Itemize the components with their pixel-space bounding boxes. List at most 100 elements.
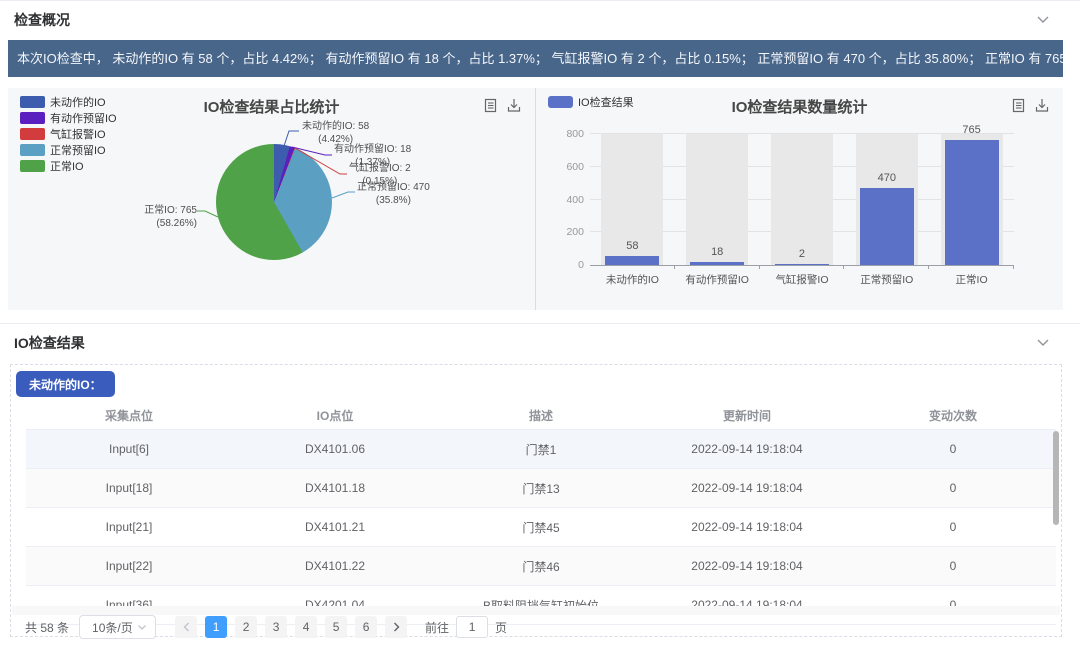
- y-axis-tick-label: 200: [550, 226, 584, 238]
- chevron-left-icon: [183, 622, 190, 632]
- next-page-button[interactable]: [385, 616, 407, 638]
- table-cell: 2022-09-14 19:18:04: [644, 508, 850, 547]
- legend-item[interactable]: 正常预留IO: [20, 144, 117, 156]
- page-size-value: 10条/页: [92, 619, 133, 636]
- bar: [945, 140, 999, 265]
- page-button-1[interactable]: 1: [205, 616, 227, 638]
- data-view-icon[interactable]: [484, 98, 497, 113]
- chevron-down-icon[interactable]: [1036, 15, 1050, 24]
- filter-category-button[interactable]: 未动作的IO：: [16, 371, 115, 397]
- pie-slice-label: 正常预留IO: 470 (35.8%): [357, 181, 430, 207]
- bar: [775, 264, 829, 265]
- results-panel: 未动作的IO： 采集点位IO点位描述更新时间变动次数 Input[6]DX410…: [10, 364, 1062, 637]
- table-cell: Input[6]: [26, 430, 232, 469]
- chevron-down-icon[interactable]: [1036, 338, 1050, 347]
- charts-band: 未动作的IO有动作预留IO气缸报警IO正常预留IO正常IO IO检查结果占比统计…: [8, 88, 1063, 310]
- table-cell: DX4101.18: [232, 469, 438, 508]
- pie-chart-title: IO检查结果占比统计: [8, 96, 535, 117]
- bar-plot-area: 58未动作的IO18有动作预留IO2气缸报警IO470正常预留IO765正常IO: [590, 134, 1014, 266]
- bar-slot: 58未动作的IO: [590, 134, 675, 265]
- legend-label: 正常预留IO: [50, 142, 106, 158]
- bar: [605, 256, 659, 265]
- bar: [690, 262, 744, 265]
- table-cell: 0: [850, 469, 1056, 508]
- bar-toolbox: [1012, 98, 1049, 113]
- page-button-3[interactable]: 3: [265, 616, 287, 638]
- pagination-bar: 共 58 条 10条/页 123456 前往 页: [16, 615, 1051, 639]
- page-size-select[interactable]: 10条/页: [79, 615, 156, 639]
- overview-collapse-header[interactable]: 检查概况: [0, 0, 1080, 38]
- table-row: Input[22]DX4101.22门禁462022-09-14 19:18:0…: [26, 547, 1056, 586]
- bar-background-column: [771, 134, 833, 265]
- summary-banner: 本次IO检查中， 未动作的IO 有 58 个，占比 4.42%； 有动作预留IO…: [8, 40, 1063, 77]
- goto-suffix-label: 页: [495, 619, 507, 636]
- table-cell: 门禁46: [438, 547, 644, 586]
- y-axis-tick-label: 0: [550, 259, 584, 271]
- goto-page-input[interactable]: [456, 616, 488, 638]
- bar-value-label: 470: [844, 172, 929, 184]
- bar-chart-title: IO检查结果数量统计: [536, 96, 1063, 117]
- bar-value-label: 18: [675, 246, 760, 258]
- table-cell: Input[21]: [26, 508, 232, 547]
- bar-slot: 765正常IO: [929, 134, 1014, 265]
- legend-swatch-icon: [20, 160, 45, 172]
- save-image-icon[interactable]: [1035, 98, 1049, 113]
- table-cell: DX4101.22: [232, 547, 438, 586]
- column-header: 采集点位: [26, 401, 232, 430]
- column-header: 描述: [438, 401, 644, 430]
- bar-value-label: 58: [590, 240, 675, 252]
- legend-label: 正常IO: [50, 158, 84, 174]
- table-row: Input[18]DX4101.18门禁132022-09-14 19:18:0…: [26, 469, 1056, 508]
- legend-item[interactable]: 气缸报警IO: [20, 128, 117, 140]
- table-cell: 2022-09-14 19:18:04: [644, 469, 850, 508]
- page-button-2[interactable]: 2: [235, 616, 257, 638]
- results-collapse-header[interactable]: IO检查结果: [0, 323, 1080, 361]
- page-button-4[interactable]: 4: [295, 616, 317, 638]
- legend-swatch-icon: [20, 128, 45, 140]
- x-axis-category-label: 正常IO: [929, 272, 1014, 287]
- table-cell: 2022-09-14 19:18:04: [644, 547, 850, 586]
- column-header: 变动次数: [850, 401, 1056, 430]
- table-cell: 门禁1: [438, 430, 644, 469]
- table-cell: 0: [850, 430, 1056, 469]
- bar-chart-panel: IO检查结果 IO检查结果数量统计 0200400600800 58未动作的IO…: [535, 88, 1063, 310]
- table-cell: 0: [850, 547, 1056, 586]
- table-vertical-scrollbar[interactable]: [1053, 431, 1059, 525]
- page-button-6[interactable]: 6: [355, 616, 377, 638]
- goto-label: 前往: [425, 619, 449, 636]
- bar: [860, 188, 914, 265]
- pie-toolbox: [484, 98, 521, 113]
- bar-slot: 470正常预留IO: [844, 134, 929, 265]
- io-results-table: 采集点位IO点位描述更新时间变动次数 Input[6]DX4101.06门禁12…: [26, 401, 1056, 625]
- x-axis-category-label: 正常预留IO: [844, 272, 929, 287]
- x-axis-category-label: 气缸报警IO: [760, 272, 845, 287]
- table-cell: 0: [850, 508, 1056, 547]
- prev-page-button[interactable]: [175, 616, 197, 638]
- page-button-5[interactable]: 5: [325, 616, 347, 638]
- legend-item[interactable]: 正常IO: [20, 160, 117, 172]
- column-header: 更新时间: [644, 401, 850, 430]
- legend-swatch-icon: [20, 144, 45, 156]
- data-view-icon[interactable]: [1012, 98, 1025, 113]
- y-axis-tick-label: 800: [550, 128, 584, 140]
- chevron-right-icon: [393, 622, 400, 632]
- bar-value-label: 765: [929, 124, 1014, 136]
- total-count-label: 共 58 条: [25, 619, 69, 636]
- results-title: IO检查结果: [14, 333, 85, 353]
- column-header: IO点位: [232, 401, 438, 430]
- pie-slice-label: 正常IO: 765 (58.26%): [139, 204, 197, 230]
- table-row: Input[6]DX4101.06门禁12022-09-14 19:18:040: [26, 430, 1056, 469]
- table-bottom-gutter: [12, 606, 1060, 615]
- table-row: Input[21]DX4101.21门禁452022-09-14 19:18:0…: [26, 508, 1056, 547]
- table-cell: 门禁13: [438, 469, 644, 508]
- bar-slot: 2气缸报警IO: [760, 134, 845, 265]
- table-header-row: 采集点位IO点位描述更新时间变动次数: [26, 401, 1056, 430]
- save-image-icon[interactable]: [507, 98, 521, 113]
- x-axis-category-label: 有动作预留IO: [675, 272, 760, 287]
- table-cell: 门禁45: [438, 508, 644, 547]
- table-cell: DX4101.06: [232, 430, 438, 469]
- y-axis-tick-label: 600: [550, 161, 584, 173]
- overview-title: 检查概况: [14, 10, 70, 30]
- chevron-down-icon: [137, 624, 147, 631]
- pie-chart: [216, 144, 332, 260]
